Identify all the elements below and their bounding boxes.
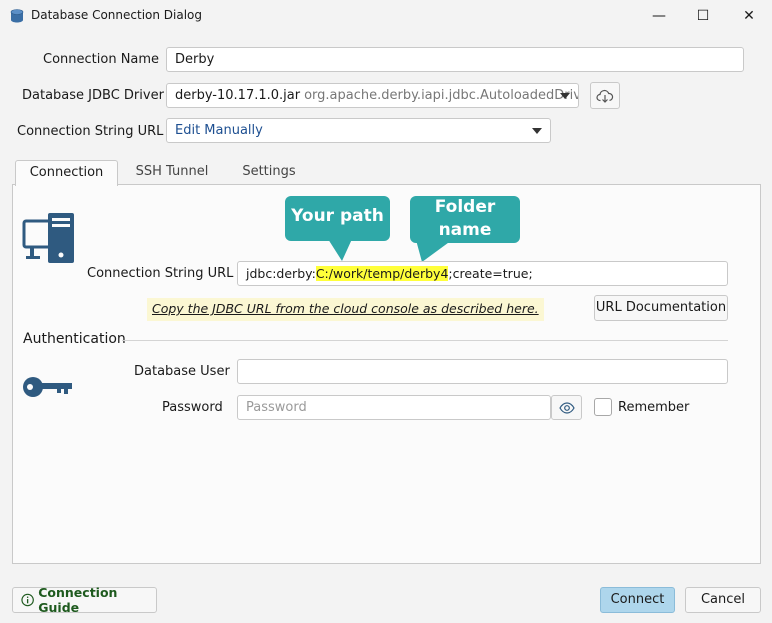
computer-icon xyxy=(22,213,74,263)
remember-label: Remember xyxy=(618,400,690,415)
driver-class: org.apache.derby.iapi.jdbc.AutoloadedDri… xyxy=(304,88,579,103)
cancel-button[interactable]: Cancel xyxy=(685,587,761,613)
cloud-download-icon xyxy=(596,89,614,103)
driver-select[interactable]: derby-10.17.1.0.jar org.apache.derby.iapi… xyxy=(166,83,579,108)
tab-ssh-tunnel[interactable]: SSH Tunnel xyxy=(122,160,222,185)
password-placeholder: Password xyxy=(246,400,307,415)
url-folder-highlight: derby4 xyxy=(404,266,449,281)
close-button[interactable]: ✕ xyxy=(726,0,772,32)
folder-name-callout: Folder name xyxy=(410,196,520,243)
callout-pointer xyxy=(416,240,452,262)
driver-jar: derby-10.17.1.0.jar xyxy=(175,88,301,103)
connection-name-input[interactable]: Derby xyxy=(166,47,744,72)
title-bar: Database Connection Dialog — ☐ ✕ xyxy=(0,0,772,32)
minimize-button[interactable]: — xyxy=(636,0,682,32)
section-divider xyxy=(122,340,728,341)
authentication-heading: Authentication xyxy=(23,331,126,347)
info-icon xyxy=(21,593,34,607)
db-user-label: Database User xyxy=(134,364,230,379)
password-input[interactable]: Password xyxy=(237,395,551,420)
chevron-down-icon xyxy=(560,93,570,99)
password-label: Password xyxy=(162,400,223,415)
url-label: Connection String URL xyxy=(87,266,234,281)
url-suffix: ;create=true; xyxy=(448,266,533,281)
remember-checkbox[interactable] xyxy=(594,398,612,416)
database-icon xyxy=(10,9,24,23)
connection-name-label: Connection Name xyxy=(43,52,160,67)
url-prefix: jdbc:derby: xyxy=(246,266,316,281)
your-path-callout: Your path xyxy=(285,196,390,241)
url-documentation-button[interactable]: URL Documentation xyxy=(594,295,728,321)
tab-connection[interactable]: Connection xyxy=(15,160,118,186)
maximize-button[interactable]: ☐ xyxy=(680,0,726,32)
connection-guide-label: Connection Guide xyxy=(38,585,118,615)
key-icon xyxy=(23,377,72,397)
chevron-down-icon xyxy=(532,128,542,134)
url-mode-label: Connection String URL xyxy=(17,124,164,139)
connection-guide-button[interactable]: Connection Guide xyxy=(12,585,157,615)
window-title: Database Connection Dialog xyxy=(31,8,203,22)
url-path-highlight: C:/work/temp/ xyxy=(315,266,405,281)
callout-pointer xyxy=(328,239,352,261)
db-user-input[interactable] xyxy=(237,359,728,384)
eye-icon xyxy=(558,401,575,414)
url-mode-select[interactable]: Edit Manually xyxy=(166,118,551,143)
tab-settings[interactable]: Settings xyxy=(224,160,314,185)
download-driver-button[interactable] xyxy=(590,82,620,109)
driver-label: Database JDBC Driver xyxy=(22,88,164,103)
show-password-button[interactable] xyxy=(551,395,582,420)
url-mode-value: Edit Manually xyxy=(175,123,263,138)
connect-button[interactable]: Connect xyxy=(600,587,675,613)
url-input[interactable]: jdbc:derby:C:/work/temp/derby4;create=tr… xyxy=(237,261,728,286)
copy-url-hint-link[interactable]: Copy the JDBC URL from the cloud console… xyxy=(147,298,544,321)
